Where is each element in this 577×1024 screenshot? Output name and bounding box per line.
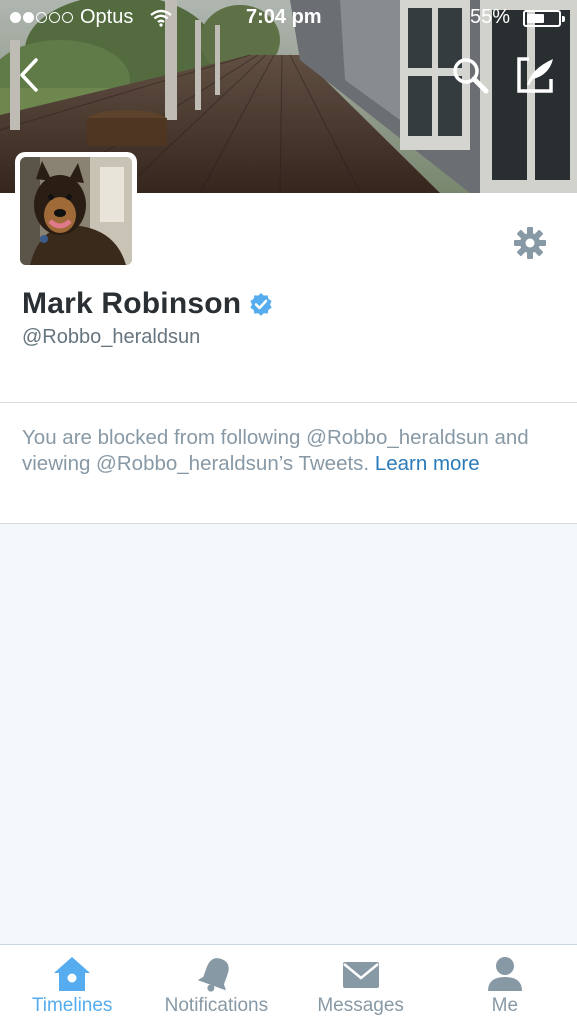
tab-label-timelines: Timelines xyxy=(31,995,113,1016)
tab-timelines[interactable]: Timelines xyxy=(0,945,144,1024)
display-name: Mark Robinson xyxy=(22,287,242,320)
battery-icon xyxy=(523,10,565,27)
tab-notifications[interactable]: Notifications xyxy=(144,945,288,1024)
compose-tweet-icon[interactable] xyxy=(515,55,557,95)
bottom-tab-bar: Timelines Notifications Messages Me xyxy=(0,944,577,1024)
profile-screen: Optus 7:04 pm 55% Mark Robinson @Robbo_h… xyxy=(0,0,577,1024)
name-row: Mark Robinson xyxy=(22,287,273,321)
profile-handle: @Robbo_heraldsun xyxy=(22,326,201,348)
envelope-icon xyxy=(342,962,379,988)
tab-label-messages: Messages xyxy=(317,995,404,1016)
wifi-icon xyxy=(150,9,172,27)
search-icon[interactable] xyxy=(450,55,490,95)
tab-me[interactable]: Me xyxy=(433,945,577,1024)
clock: 7:04 pm xyxy=(246,6,322,28)
learn-more-link[interactable]: Learn more xyxy=(375,452,480,475)
blocked-notice: You are blocked from following @Robbo_he… xyxy=(0,403,577,524)
tab-label-notifications: Notifications xyxy=(164,995,269,1016)
battery-percent: 55% xyxy=(470,6,511,28)
carrier-name: Optus xyxy=(80,6,134,28)
status-bar: Optus 7:04 pm 55% xyxy=(0,0,577,38)
tab-messages[interactable]: Messages xyxy=(289,945,433,1024)
tab-label-me: Me xyxy=(491,995,519,1016)
avatar[interactable] xyxy=(15,152,137,270)
signal-strength-icon xyxy=(10,12,73,23)
bell-icon xyxy=(198,958,230,992)
gear-icon[interactable] xyxy=(512,225,548,261)
dog-avatar-photo xyxy=(20,157,132,265)
person-icon xyxy=(487,957,522,991)
home-icon xyxy=(54,957,91,991)
verified-badge-icon xyxy=(250,293,272,316)
back-chevron-icon[interactable] xyxy=(14,56,44,94)
